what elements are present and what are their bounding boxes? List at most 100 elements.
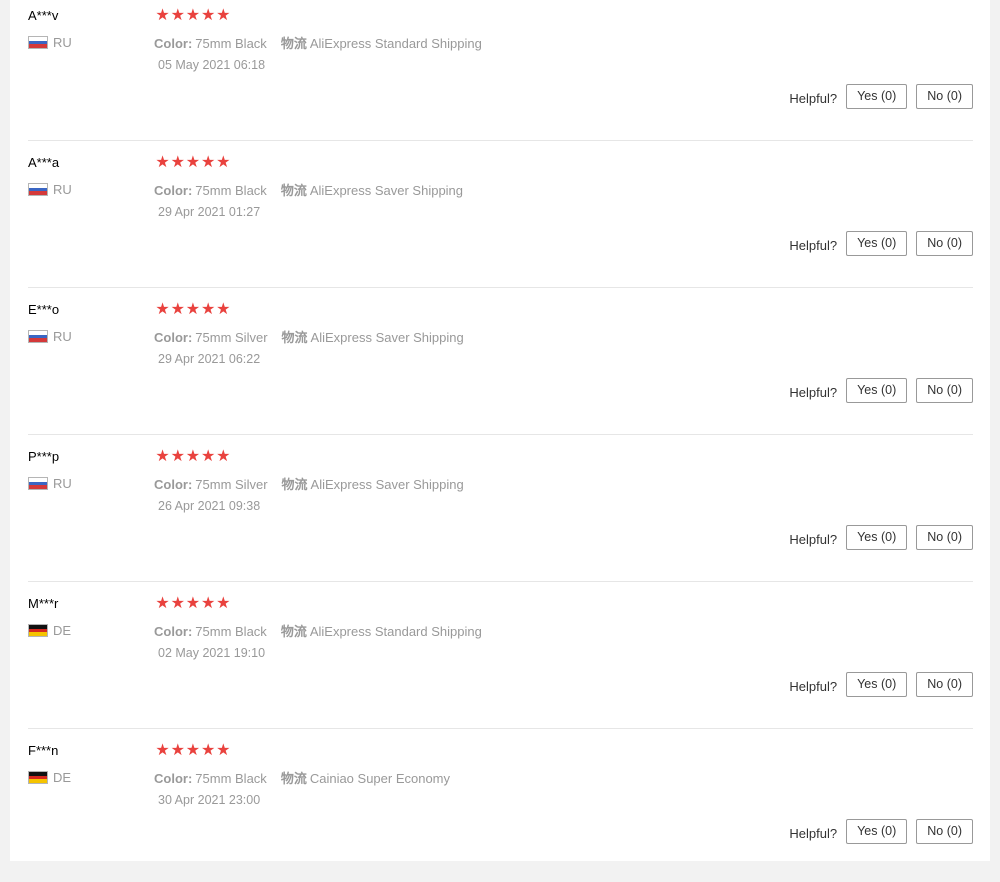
star-icon: ★ (200, 7, 216, 24)
helpful-vote: Helpful? Yes (0) No (0) (789, 672, 973, 697)
helpful-label: Helpful? (789, 91, 838, 106)
helpful-yes-button[interactable]: Yes (0) (846, 672, 908, 697)
helpful-no-button[interactable]: No (0) (916, 378, 973, 403)
star-icon: ★ (170, 742, 185, 759)
review-date: 30 Apr 2021 23:00 (158, 793, 261, 807)
color-value: 75mm Black (195, 183, 267, 198)
shipping-value: AliExpress Saver Shipping (310, 477, 464, 492)
helpful-no-button[interactable]: No (0) (916, 84, 973, 109)
color-label: Color: (154, 771, 193, 786)
helpful-no-button[interactable]: No (0) (916, 672, 973, 697)
helpful-yes-button[interactable]: Yes (0) (846, 231, 908, 256)
star-icon: ★ (185, 301, 201, 318)
reviewer-country: DE (28, 770, 71, 785)
review-attributes: Color: 75mm Black 物流 AliExpress Saver Shipp… (154, 180, 463, 199)
helpful-vote: Helpful? Yes (0) No (0) (789, 231, 973, 256)
star-icon: ★ (170, 301, 185, 318)
helpful-yes-button[interactable]: Yes (0) (846, 84, 908, 109)
review-divider (28, 287, 973, 288)
russia-flag-icon (28, 330, 48, 343)
star-icon: ★ (216, 742, 231, 759)
shipping-value: AliExpress Standard Shipping (309, 36, 482, 51)
helpful-no-button[interactable]: No (0) (916, 231, 973, 256)
reviewer-name: A***v (28, 8, 59, 23)
country-code: RU (53, 182, 72, 197)
reviewer-country: RU (28, 182, 72, 197)
review-date: 02 May 2021 19:10 (158, 646, 266, 660)
country-code: DE (53, 623, 72, 638)
helpful-yes-button[interactable]: Yes (0) (846, 819, 908, 844)
color-label: Color: (154, 477, 193, 492)
star-icon: ★ (155, 448, 170, 465)
russia-flag-icon (28, 183, 48, 196)
reviews-panel: A***v RU ★ ★ ★ ★ ★ Color: 75mm Black 物流 AliExpr… (10, 0, 990, 861)
reviewer-country: DE (28, 623, 71, 638)
country-code: RU (53, 476, 72, 491)
review-date: 29 Apr 2021 01:27 (158, 205, 261, 219)
helpful-vote: Helpful? Yes (0) No (0) (789, 84, 973, 109)
helpful-label: Helpful? (789, 532, 838, 547)
star-rating: ★ ★ ★ ★ ★ (155, 154, 231, 171)
review-divider (28, 140, 973, 141)
germany-flag-icon (28, 771, 48, 784)
shipping-value: AliExpress Saver Shipping (309, 183, 464, 198)
helpful-yes-button[interactable]: Yes (0) (846, 378, 908, 403)
star-icon: ★ (216, 301, 231, 318)
star-icon: ★ (185, 448, 201, 465)
star-icon: ★ (200, 742, 216, 759)
review-attributes: Color: 75mm Silver 物流 AliExpress Saver Ship… (154, 474, 464, 493)
color-value: 75mm Black (195, 624, 267, 639)
country-code: DE (53, 770, 72, 785)
shipping-label: 物流 (280, 624, 307, 639)
helpful-label: Helpful? (789, 826, 838, 841)
star-icon: ★ (185, 7, 201, 24)
review-item: M***r DE ★ ★ ★ ★ ★ Color: 75mm Black 物流 AliExpr… (28, 588, 973, 735)
shipping-label: 物流 (280, 771, 307, 786)
shipping-label: 物流 (281, 477, 308, 492)
star-icon: ★ (155, 7, 170, 24)
star-icon: ★ (185, 595, 201, 612)
reviewer-name: E***o (28, 302, 60, 317)
review-item: P***p RU ★ ★ ★ ★ ★ Color: 75mm Silver 物流 AliExp… (28, 441, 973, 588)
russia-flag-icon (28, 477, 48, 490)
helpful-no-button[interactable]: No (0) (916, 525, 973, 550)
helpful-label: Helpful? (789, 679, 838, 694)
star-rating: ★ ★ ★ ★ ★ (155, 301, 231, 318)
reviewer-name: A***a (28, 155, 60, 170)
review-date: 26 Apr 2021 09:38 (158, 499, 261, 513)
reviewer-country: RU (28, 35, 72, 50)
color-label: Color: (154, 36, 193, 51)
reviewer-country: RU (28, 329, 72, 344)
shipping-label: 物流 (280, 36, 307, 51)
star-icon: ★ (170, 595, 185, 612)
helpful-vote: Helpful? Yes (0) No (0) (789, 378, 973, 403)
review-attributes: Color: 75mm Black 物流 AliExpress Standard Sh… (154, 621, 482, 640)
review-item: E***o RU ★ ★ ★ ★ ★ Color: 75mm Silver 物流 AliExp… (28, 294, 973, 441)
star-icon: ★ (170, 448, 185, 465)
shipping-label: 物流 (280, 183, 307, 198)
country-code: RU (53, 35, 72, 50)
color-value: 75mm Silver (195, 477, 268, 492)
star-icon: ★ (216, 7, 231, 24)
review-date: 05 May 2021 06:18 (158, 58, 266, 72)
shipping-value: AliExpress Standard Shipping (309, 624, 482, 639)
star-rating: ★ ★ ★ ★ ★ (155, 448, 231, 465)
star-rating: ★ ★ ★ ★ ★ (155, 7, 231, 24)
star-rating: ★ ★ ★ ★ ★ (155, 742, 231, 759)
shipping-value: AliExpress Saver Shipping (310, 330, 464, 345)
shipping-label: 物流 (281, 330, 308, 345)
helpful-no-button[interactable]: No (0) (916, 819, 973, 844)
shipping-value: Cainiao Super Economy (309, 771, 451, 786)
star-icon: ★ (216, 595, 231, 612)
review-attributes: Color: 75mm Black 物流 AliExpress Standard Sh… (154, 33, 482, 52)
helpful-label: Helpful? (789, 385, 838, 400)
star-icon: ★ (216, 154, 231, 171)
helpful-yes-button[interactable]: Yes (0) (846, 525, 908, 550)
review-divider (28, 434, 973, 435)
star-icon: ★ (170, 154, 185, 171)
star-icon: ★ (170, 7, 185, 24)
germany-flag-icon (28, 624, 48, 637)
review-divider (28, 581, 973, 582)
color-value: 75mm Black (195, 36, 267, 51)
star-icon: ★ (155, 742, 170, 759)
